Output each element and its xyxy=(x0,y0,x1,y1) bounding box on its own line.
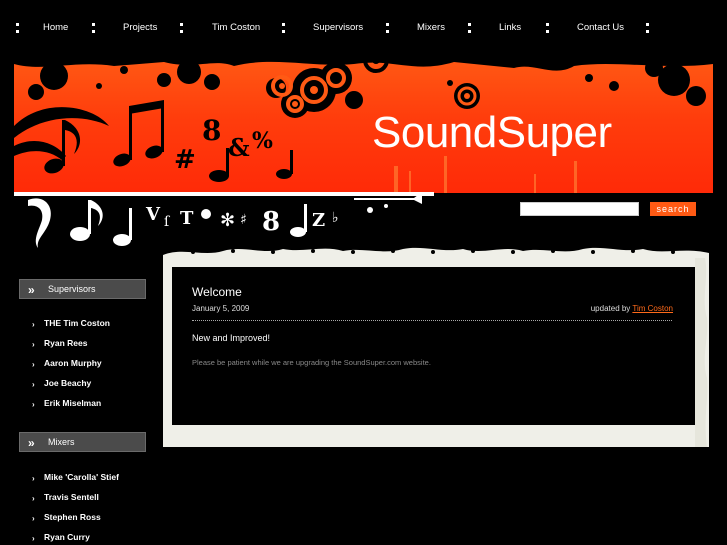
post-title: Welcome xyxy=(192,285,242,299)
sidebar-item-label: Joe Beachy xyxy=(44,378,92,388)
nav-separator xyxy=(546,21,549,35)
sidebar-item-label: Mike 'Carolla' Stief xyxy=(44,472,119,482)
arrow-bullet-icon: › xyxy=(32,474,35,483)
post-date: January 5, 2009 xyxy=(192,304,250,313)
sidebar-item-erik-miselman[interactable]: › Erik Miselman xyxy=(32,398,162,418)
arrow-bullet-icon: › xyxy=(32,380,35,389)
arrow-bullet-icon: › xyxy=(32,514,35,523)
svg-text:♯: ♯ xyxy=(240,212,247,228)
arrow-bullet-icon: › xyxy=(32,320,35,329)
double-chevron-icon: » xyxy=(28,436,34,450)
arrow-bullet-icon: › xyxy=(32,534,35,543)
svg-text:Z: Z xyxy=(312,210,325,231)
site-title: SoundSuper xyxy=(372,108,612,157)
svg-text:%: % xyxy=(252,128,273,154)
sidebar-item-joe-beachy[interactable]: › Joe Beachy xyxy=(32,378,162,398)
arrow-bullet-icon: › xyxy=(32,400,35,409)
sidebar-item-the-tim-coston[interactable]: › THE Tim Coston xyxy=(32,318,162,338)
svg-text:&: & xyxy=(228,133,250,162)
svg-text:V: V xyxy=(145,204,161,225)
post-body-text: Please be patient while we are upgrading… xyxy=(192,358,431,367)
sidebar-item-aaron-murphy[interactable]: › Aaron Murphy xyxy=(32,358,162,378)
sidebar-item-label: Ryan Curry xyxy=(44,532,90,542)
nav-separator xyxy=(468,21,471,35)
nav-supervisors[interactable]: Supervisors xyxy=(313,22,363,33)
nav-separator xyxy=(646,21,649,35)
sidebar-item-label: Stephen Ross xyxy=(44,512,101,522)
sidebar-header-mixers: » Mixers xyxy=(19,432,146,452)
welcome-post: Welcome January 5, 2009 updated by Tim C… xyxy=(172,267,695,425)
nav-links[interactable]: Links xyxy=(499,22,521,33)
sidebar-item-label: Ryan Rees xyxy=(44,338,88,348)
supervisors-list: › THE Tim Coston › Ryan Rees › Aaron Murphy… xyxy=(32,318,162,418)
nav-tim-coston[interactable]: Tim Coston xyxy=(212,22,260,33)
nav-separator xyxy=(180,21,183,35)
arrow-bullet-icon: › xyxy=(32,494,35,503)
sidebar-item-ryan-rees[interactable]: › Ryan Rees xyxy=(32,338,162,358)
arrow-bullet-icon: › xyxy=(32,360,35,369)
sidebar-item-travis-sentell[interactable]: › Travis Sentell xyxy=(32,492,162,512)
svg-text:#: # xyxy=(174,145,196,175)
nav-separator xyxy=(92,21,95,35)
svg-text:ſ: ſ xyxy=(164,214,171,230)
sidebar-header-supervisors: » Supervisors xyxy=(19,279,146,299)
nav-home[interactable]: Home xyxy=(43,22,68,33)
search-input[interactable] xyxy=(520,202,639,216)
nav-separator xyxy=(16,21,19,35)
svg-text:8: 8 xyxy=(202,114,221,147)
sidebar-item-label: Aaron Murphy xyxy=(44,358,102,368)
nav-separator xyxy=(386,21,389,35)
arrow-bullet-icon: › xyxy=(32,340,35,349)
byline-prefix: updated by xyxy=(590,304,631,313)
post-author-link[interactable]: Tim Coston xyxy=(632,304,673,313)
top-navigation: Home Projects Tim Coston Supervisors Mix… xyxy=(0,0,727,56)
header-banner: 8 & % # SoundSuper xyxy=(14,56,713,193)
post-divider xyxy=(192,320,672,321)
nav-mixers[interactable]: Mixers xyxy=(417,22,445,33)
nav-projects[interactable]: Projects xyxy=(123,22,157,33)
svg-text:✻: ✻ xyxy=(220,210,235,231)
sidebar-header-label: Mixers xyxy=(48,437,75,447)
torn-paper-edge-right xyxy=(695,258,708,447)
svg-text:♭: ♭ xyxy=(332,210,339,226)
sidebar-item-stephen-ross[interactable]: › Stephen Ross xyxy=(32,512,162,532)
sidebar-item-label: Erik Miselman xyxy=(44,398,102,408)
svg-text:8: 8 xyxy=(262,207,280,237)
double-chevron-icon: » xyxy=(28,283,34,297)
sidebar-item-label: THE Tim Coston xyxy=(44,318,110,328)
search-button[interactable]: search xyxy=(650,202,696,216)
post-byline: updated by Tim Coston xyxy=(591,304,673,313)
sidebar-item-ryan-curry[interactable]: › Ryan Curry xyxy=(32,532,162,545)
sidebar-item-mike-carolla-stief[interactable]: › Mike 'Carolla' Stief xyxy=(32,472,162,492)
svg-text:T: T xyxy=(180,208,194,229)
sidebar-item-label: Travis Sentell xyxy=(44,492,99,502)
nav-separator xyxy=(282,21,285,35)
nav-contact-us[interactable]: Contact Us xyxy=(577,22,624,33)
sidebar-header-label: Supervisors xyxy=(48,284,96,294)
mixers-list: › Mike 'Carolla' Stief › Travis Sentell › S… xyxy=(32,472,162,545)
post-lead-text: New and Improved! xyxy=(192,333,271,343)
